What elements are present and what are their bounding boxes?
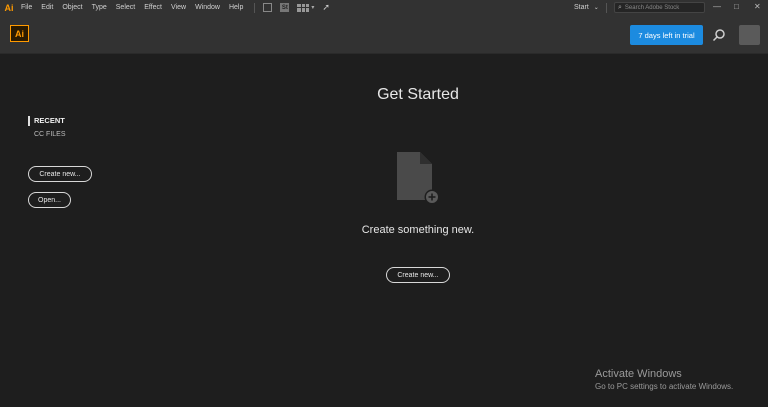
search-icon: ⌕ (618, 3, 622, 11)
minimize-button[interactable]: — (713, 2, 721, 11)
stock-search-placeholder: Search Adobe Stock (624, 4, 680, 11)
bridge-icon[interactable] (263, 3, 273, 12)
menu-type[interactable]: Type (92, 4, 107, 11)
search-icon[interactable] (712, 28, 726, 42)
stock-search-input[interactable]: ⌕ Search Adobe Stock (614, 2, 705, 13)
workspace-switcher[interactable]: Start ⌄ (574, 0, 599, 15)
avatar[interactable] (739, 25, 760, 45)
watermark-title: Activate Windows (595, 368, 682, 380)
stock-icon-label: St (281, 4, 288, 11)
menu-edit[interactable]: Edit (41, 4, 53, 11)
menu-view[interactable]: View (171, 4, 186, 11)
toolbar-separator (606, 3, 607, 13)
chevron-down-icon[interactable]: ▾ (311, 4, 314, 11)
app-logo: Ai (10, 25, 29, 42)
open-button[interactable]: Open... (28, 192, 71, 208)
activation-watermark: Activate Windows Go to PC settings to ac… (595, 368, 733, 391)
app-header: Ai 7 days left in trial (0, 15, 768, 54)
trial-button[interactable]: 7 days left in trial (630, 25, 703, 45)
new-document-icon (394, 150, 440, 206)
menu-select[interactable]: Select (116, 4, 135, 11)
workspace-label: Start (574, 4, 589, 11)
app-mini-logo: Ai (4, 2, 14, 13)
sidebar-item-cc-files[interactable]: CC FILES (28, 131, 108, 138)
stock-icon[interactable]: St (280, 3, 290, 12)
menu-object[interactable]: Object (62, 4, 82, 11)
arrange-documents-icon[interactable] (297, 3, 310, 12)
sidebar-item-recent[interactable]: RECENT (28, 116, 108, 126)
rocket-icon[interactable]: ➚ (322, 2, 330, 13)
main-create-new-button[interactable]: Create new... (386, 267, 450, 283)
close-button[interactable]: ✕ (754, 2, 761, 11)
sidebar-create-new-button[interactable]: Create new... (28, 166, 92, 182)
menu-effect[interactable]: Effect (144, 4, 162, 11)
watermark-subtitle: Go to PC settings to activate Windows. (595, 382, 734, 391)
page-title: Get Started (377, 86, 459, 103)
menu-file[interactable]: File (21, 4, 32, 11)
create-tagline: Create something new. (361, 224, 475, 236)
menu-window[interactable]: Window (195, 4, 220, 11)
menu-separator (254, 2, 256, 13)
chevron-down-icon: ⌄ (593, 5, 599, 11)
maximize-button[interactable]: □ (734, 2, 739, 11)
sidebar: RECENT CC FILES (28, 116, 108, 138)
menu-help[interactable]: Help (229, 4, 243, 11)
